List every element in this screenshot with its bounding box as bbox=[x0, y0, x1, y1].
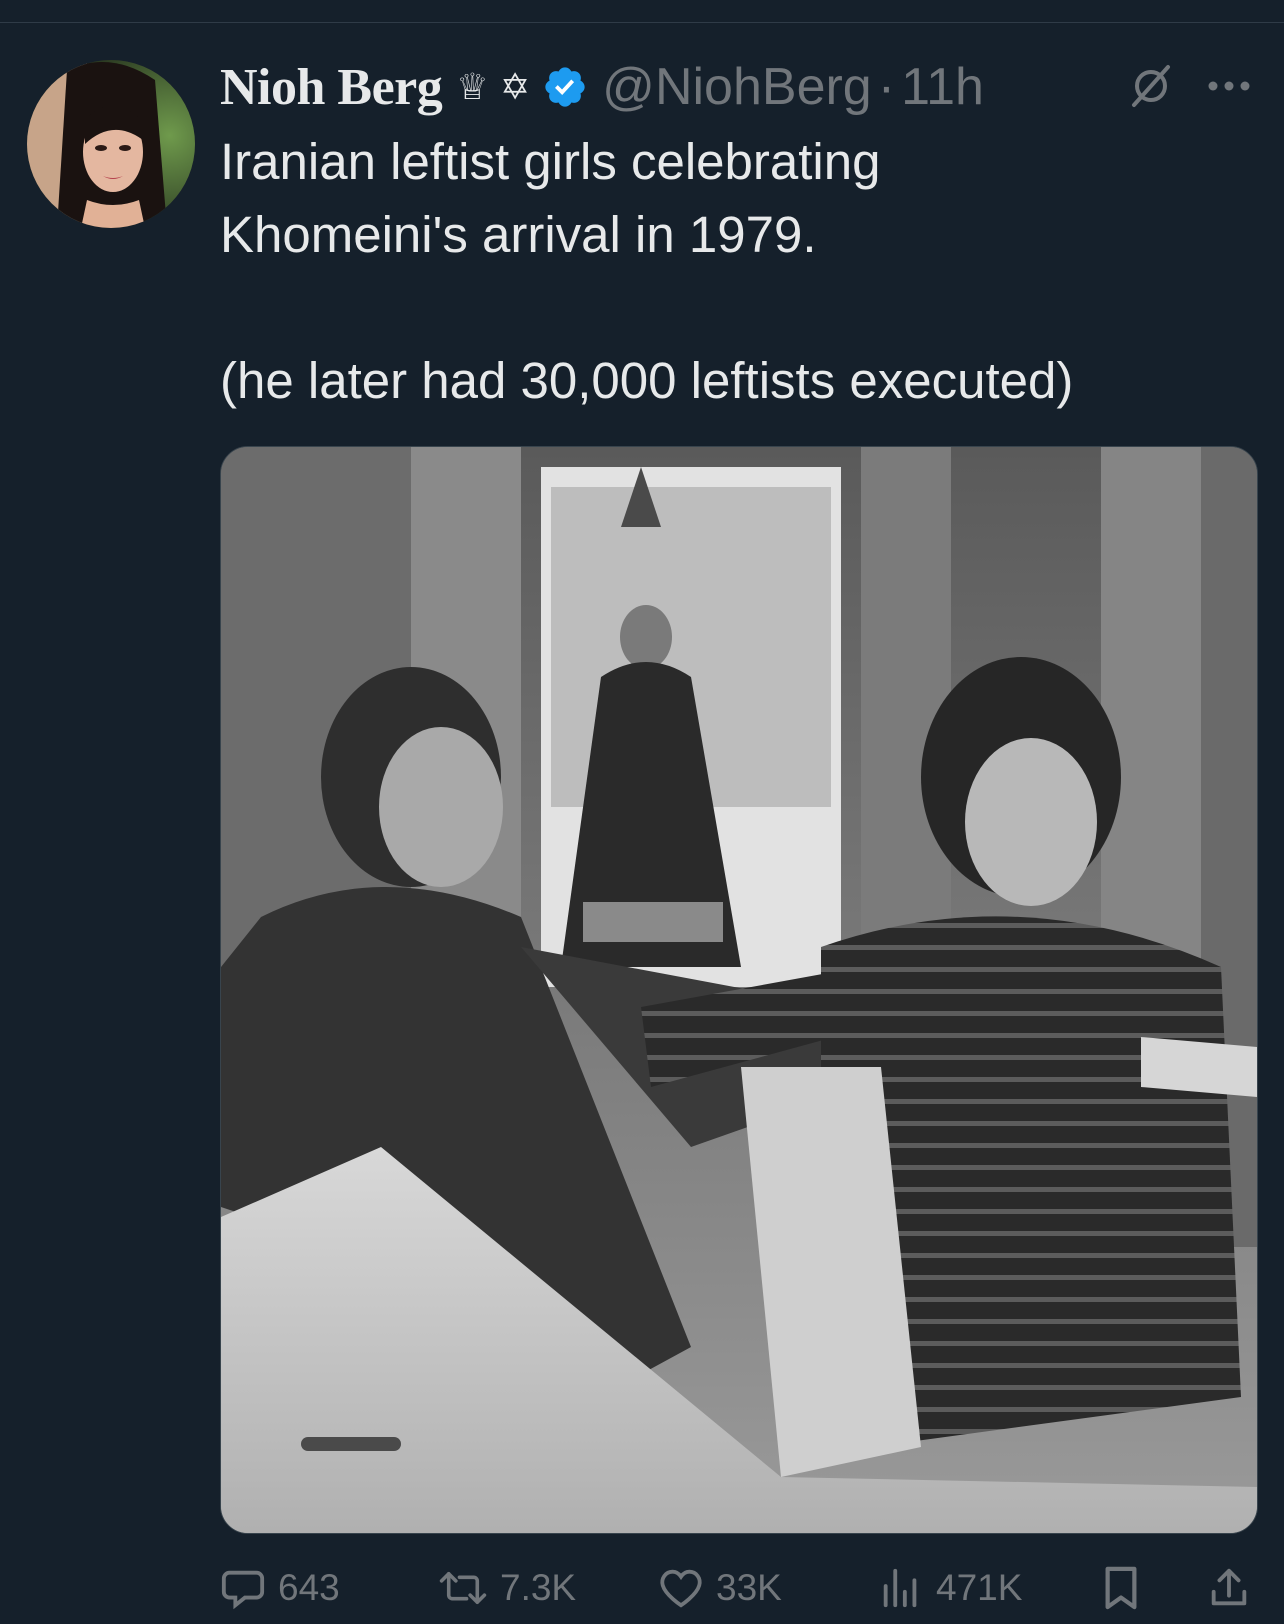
tweet-header: Nioh Berg ♕ ✡ @NiohBerg · 11h bbox=[220, 52, 984, 122]
verified-badge-icon[interactable] bbox=[542, 64, 588, 110]
time-separator: · bbox=[877, 58, 896, 116]
tweet-photo[interactable] bbox=[220, 446, 1258, 1534]
tweet-text: Iranian leftist girls celebrating Khomei… bbox=[220, 125, 1240, 417]
more-options-icon[interactable] bbox=[1206, 70, 1252, 102]
avatar[interactable] bbox=[27, 60, 195, 228]
tweet-screen: Nioh Berg ♕ ✡ @NiohBerg · 11h Iranian le… bbox=[0, 0, 1284, 1624]
heart-icon bbox=[660, 1569, 702, 1608]
reply-button[interactable]: 643 bbox=[220, 1558, 340, 1618]
tweet-actions: 643 7.3K 33K 471K bbox=[220, 1558, 1260, 1618]
reply-icon bbox=[221, 1570, 265, 1610]
bookmark-icon bbox=[1105, 1566, 1137, 1610]
analytics-icon bbox=[883, 1568, 917, 1608]
tweet-text-line: Khomeini's arrival in 1979. bbox=[220, 206, 817, 263]
tweet-text-line: Iranian leftist girls celebrating bbox=[220, 133, 881, 190]
timestamp[interactable]: 11h bbox=[901, 57, 984, 117]
repost-button[interactable]: 7.3K bbox=[438, 1558, 576, 1618]
handle[interactable]: @NiohBerg bbox=[602, 57, 872, 117]
profile-emoji-badges: ♕ ✡ bbox=[456, 66, 531, 108]
view-count: 471K bbox=[936, 1567, 1023, 1608]
share-icon bbox=[1211, 1568, 1247, 1606]
like-button[interactable]: 33K bbox=[658, 1558, 782, 1618]
repost-icon bbox=[439, 1571, 487, 1605]
tweet-text-line: (he later had 30,000 leftists executed) bbox=[220, 352, 1074, 409]
like-count: 33K bbox=[716, 1567, 782, 1608]
share-button[interactable] bbox=[1206, 1558, 1264, 1618]
bookmark-button[interactable] bbox=[1100, 1558, 1154, 1618]
views-button[interactable]: 471K bbox=[878, 1558, 1022, 1618]
repost-count: 7.3K bbox=[500, 1567, 577, 1608]
grok-icon[interactable] bbox=[1128, 63, 1174, 109]
divider bbox=[0, 22, 1284, 23]
display-name[interactable]: Nioh Berg bbox=[220, 58, 443, 117]
reply-count: 643 bbox=[278, 1567, 340, 1608]
